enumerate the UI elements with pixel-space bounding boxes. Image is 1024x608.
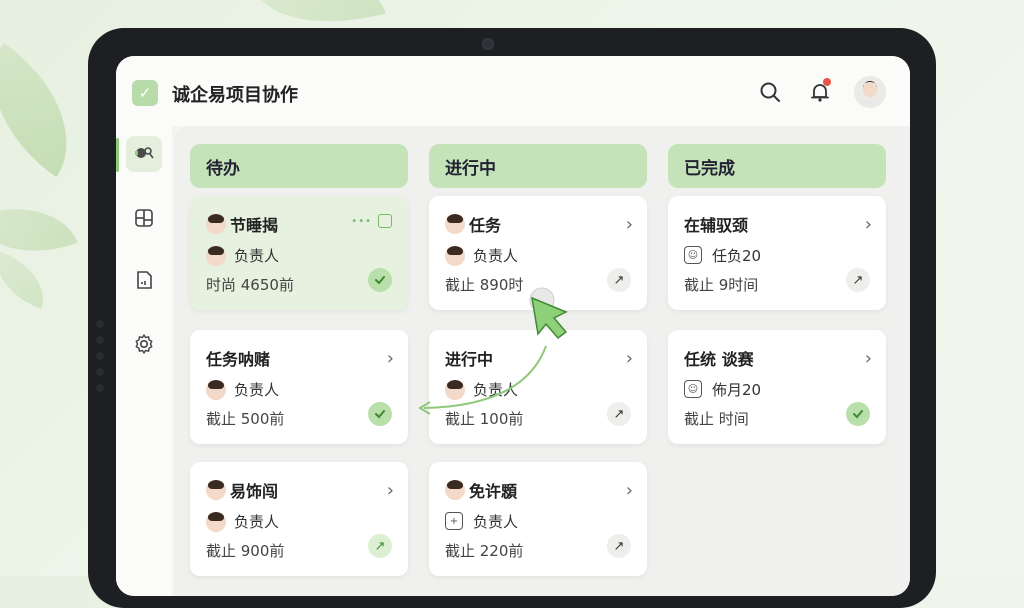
chevron-right-icon[interactable]: ›: [626, 348, 633, 369]
task-card[interactable]: 任统 谈赛 › ☺ 佈月20 截止 时间: [668, 330, 886, 444]
card-title: 任统 谈赛: [684, 350, 754, 369]
gear-icon[interactable]: [126, 326, 162, 362]
bell-icon[interactable]: [806, 78, 834, 106]
card-title: 进行中: [445, 350, 494, 369]
card-title: 任务呐赌: [206, 350, 271, 369]
card-owner: 任负20: [712, 247, 762, 265]
card-title: 节睡揭: [230, 216, 279, 235]
avatar: [206, 480, 226, 500]
column-header-done: 已完成: [668, 144, 886, 188]
check-icon[interactable]: ✓: [132, 80, 158, 106]
leaf-decoration: [0, 42, 103, 178]
arrow-icon[interactable]: ↗: [368, 534, 392, 558]
arrow-icon[interactable]: ↗: [607, 402, 631, 426]
card-deadline: 截止 890时: [445, 276, 524, 294]
card-deadline: 截止 100前: [445, 410, 524, 428]
search-icon[interactable]: [756, 78, 784, 106]
task-card[interactable]: 免许顋 › + 负责人 截止 220前 ↗: [429, 462, 647, 576]
card-owner: 负责人: [473, 381, 519, 399]
avatar: [206, 214, 226, 234]
arrow-icon[interactable]: ↗: [846, 268, 870, 292]
task-icon: ☺: [684, 380, 702, 398]
card-deadline: 截止 220前: [445, 542, 524, 560]
check-icon[interactable]: [368, 402, 392, 426]
avatar: [445, 214, 465, 234]
arrow-icon[interactable]: ↗: [607, 534, 631, 558]
card-deadline: 截止 时间: [684, 410, 749, 428]
people-icon[interactable]: [126, 136, 162, 172]
card-deadline: 截止 500前: [206, 410, 285, 428]
check-icon[interactable]: [368, 268, 392, 292]
document-icon[interactable]: [126, 262, 162, 298]
task-card[interactable]: 进行中 › 负责人 截止 100前 ↗: [429, 330, 647, 444]
chevron-right-icon[interactable]: ›: [387, 348, 394, 369]
task-card[interactable]: 易饰闯 › 负责人 截止 900前 ↗: [190, 462, 408, 576]
task-card[interactable]: 任务 › 负责人 截止 890时 ↗: [429, 196, 647, 310]
card-title: 免许顋: [469, 482, 518, 501]
leaf-decoration: [0, 250, 56, 310]
notification-badge: [823, 78, 831, 86]
card-owner: 负责人: [473, 513, 519, 531]
task-card[interactable]: 在辅驭颈 › ☺ 任负20 截止 9时间 ↗: [668, 196, 886, 310]
avatar: [445, 380, 465, 400]
task-icon: ☺: [684, 246, 702, 264]
device-button: [96, 384, 104, 392]
column-header-todo: 待办: [190, 144, 408, 188]
task-card[interactable]: 任务呐赌 › 负责人 截止 500前: [190, 330, 408, 444]
card-title: 在辅驭颈: [684, 216, 749, 235]
card-deadline: 截止 9时间: [684, 276, 759, 294]
card-owner: 负责人: [234, 247, 280, 265]
chevron-right-icon[interactable]: ›: [387, 480, 394, 501]
chevron-right-icon[interactable]: ›: [626, 214, 633, 235]
card-title: 任务: [469, 216, 502, 235]
camera: [482, 38, 494, 50]
app-title: 诚企易项目协作: [172, 85, 298, 106]
avatar: [445, 246, 465, 266]
card-title: 易饰闯: [230, 482, 279, 501]
device-button: [96, 352, 104, 360]
more-icon[interactable]: •••: [351, 216, 372, 227]
avatar: [445, 480, 465, 500]
avatar[interactable]: [854, 76, 886, 108]
task-card[interactable]: 节睡揭 ••• 负责人 时尚 4650前: [190, 196, 408, 310]
column-header-in-progress: 进行中: [429, 144, 647, 188]
app-header: ✓ 诚企易项目协作: [116, 56, 910, 126]
app-screen: ✓ 诚企易项目协作 待办 进行中 已完成 节睡揭 ••• 负责人 时尚 4650…: [116, 56, 910, 596]
check-icon[interactable]: [846, 402, 870, 426]
avatar: [206, 380, 226, 400]
card-deadline: 截止 900前: [206, 542, 285, 560]
card-owner: 负责人: [473, 247, 519, 265]
board-icon[interactable]: [126, 200, 162, 236]
card-owner: 佈月20: [712, 381, 762, 399]
avatar: [206, 246, 226, 266]
chevron-right-icon[interactable]: ›: [626, 480, 633, 501]
card-owner: 负责人: [234, 381, 280, 399]
active-indicator: [116, 138, 119, 172]
chevron-right-icon[interactable]: ›: [865, 348, 872, 369]
chevron-right-icon[interactable]: ›: [865, 214, 872, 235]
device-button: [96, 320, 104, 328]
card-owner: 负责人: [234, 513, 280, 531]
arrow-icon[interactable]: ↗: [607, 268, 631, 292]
task-icon: +: [445, 512, 463, 530]
card-deadline: 时尚 4650前: [206, 276, 294, 294]
device-button: [96, 336, 104, 344]
sidebar: [116, 126, 172, 596]
tag-icon[interactable]: [378, 214, 392, 228]
device-button: [96, 368, 104, 376]
avatar: [206, 512, 226, 532]
kanban-board: 待办 进行中 已完成 节睡揭 ••• 负责人 时尚 4650前 任务呐赌 › 负…: [174, 126, 910, 596]
